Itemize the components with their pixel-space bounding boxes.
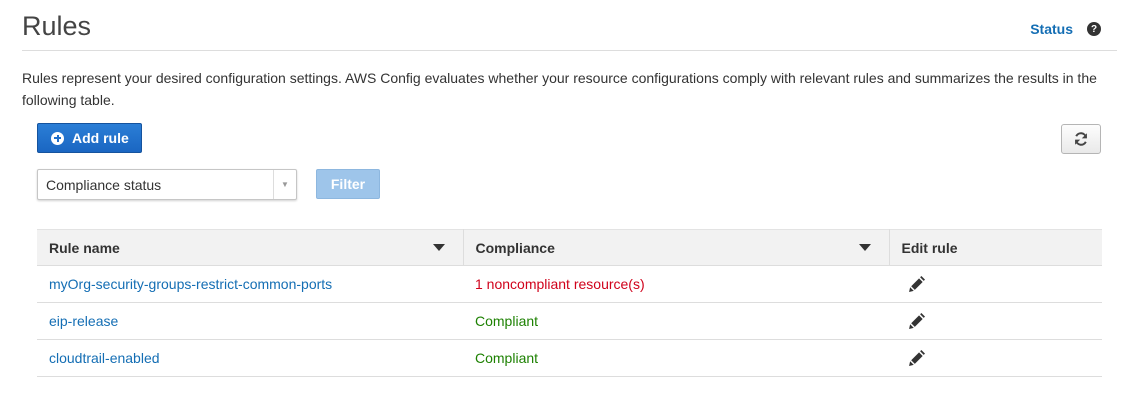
compliance-status-select[interactable]: Compliance status ▼ [37,169,297,200]
filter-button[interactable]: Filter [316,169,380,199]
rules-table: Rule name Compliance Edit rule myOrg-sec… [37,229,1102,377]
rule-name-link[interactable]: cloudtrail-enabled [49,350,160,366]
title-divider [22,50,1117,51]
compliance-status[interactable]: 1 noncompliant resource(s) [475,276,645,292]
add-rule-label: Add rule [72,130,129,146]
compliance-status: Compliant [475,350,539,366]
column-header-edit-rule: Edit rule [889,229,1102,266]
table-row: eip-release Compliant [37,302,1102,340]
table-row: cloudtrail-enabled Compliant [37,339,1102,377]
sort-down-icon[interactable] [432,244,445,251]
pencil-icon[interactable] [908,349,925,367]
question-circle-icon[interactable]: ? [1087,22,1101,36]
refresh-button[interactable] [1061,124,1101,154]
column-header-label: Edit rule [901,239,958,256]
sort-down-icon[interactable] [858,244,871,251]
select-value: Compliance status [46,176,162,193]
pencil-icon[interactable] [908,275,925,293]
chevron-down-icon: ▼ [273,170,296,199]
column-header-label: Rule name [49,239,120,256]
page-description: Rules represent your desired configurati… [22,70,1097,108]
rule-name-link[interactable]: myOrg-security-groups-restrict-common-po… [49,276,332,292]
pencil-icon[interactable] [908,312,925,330]
add-rule-button[interactable]: Add rule [37,123,142,153]
compliance-status: Compliant [475,313,539,329]
page-title: Rules [22,11,92,41]
status-link[interactable]: Status [1030,21,1073,37]
plus-circle-icon [51,131,64,145]
header-actions: Status ? [1030,21,1101,37]
refresh-icon [1075,132,1087,146]
column-header-compliance[interactable]: Compliance [463,229,890,266]
table-row: myOrg-security-groups-restrict-common-po… [37,265,1102,303]
rule-name-link[interactable]: eip-release [49,313,118,329]
column-header-label: Compliance [475,239,555,256]
table-header-row: Rule name Compliance Edit rule [37,229,1102,266]
column-header-rule-name[interactable]: Rule name [37,229,464,266]
